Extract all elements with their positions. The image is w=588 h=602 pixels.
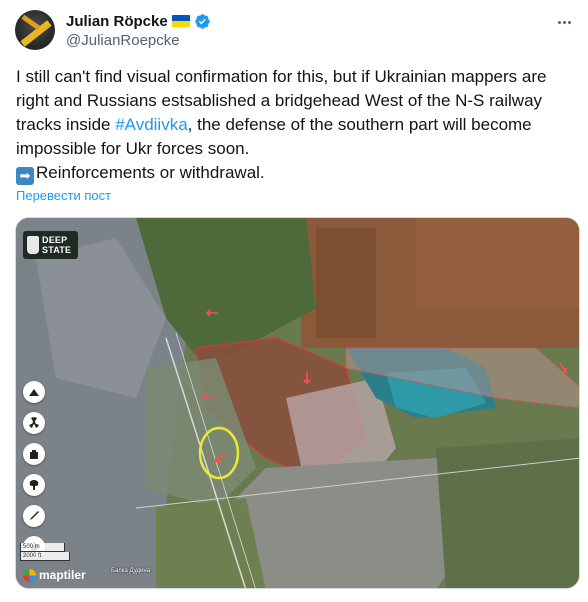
- ukraine-flag-icon: [171, 15, 190, 27]
- radiation-icon[interactable]: [23, 412, 45, 434]
- translate-post-link[interactable]: Перевести пост: [16, 188, 111, 203]
- attack-arrow-icon: [303, 372, 311, 385]
- attack-arrow-icon: [205, 309, 218, 317]
- map-tools: [23, 381, 45, 558]
- avatar[interactable]: [15, 10, 55, 50]
- attack-arrow-icon: [559, 362, 567, 373]
- verified-badge-icon: [194, 13, 210, 29]
- author-name-row[interactable]: Julian Röpcke: [66, 12, 211, 30]
- logo-line1: DEEP: [42, 235, 68, 245]
- maptiler-attribution[interactable]: maptiler: [23, 568, 86, 582]
- chess-knight-icon: [27, 236, 39, 254]
- scale-metric: 500 m: [20, 543, 65, 552]
- place-label: Балка Дудина: [111, 568, 151, 574]
- author-handle[interactable]: @JulianRoepcke: [66, 32, 180, 49]
- right-arrow-icon: ➡: [16, 167, 34, 185]
- attack-arrow-icon: [215, 452, 226, 463]
- landmark-icon[interactable]: [23, 381, 45, 403]
- map-image[interactable]: DEEP STATE 500 m 2000 ft maptiler Балка …: [15, 217, 580, 589]
- tweet-text: I still can't find visual confirmation f…: [16, 65, 576, 185]
- satellite-map: [16, 218, 579, 588]
- fortress-icon[interactable]: [23, 443, 45, 465]
- maptiler-label: maptiler: [39, 568, 86, 582]
- tweet-text-line2: Reinforcements or withdrawal.: [36, 163, 265, 182]
- more-options-icon[interactable]: [554, 12, 574, 32]
- scale-imperial: 2000 ft: [20, 552, 70, 561]
- logo-line2: STATE: [42, 245, 72, 255]
- hashtag-link[interactable]: #Avdiivka: [115, 115, 187, 134]
- map-scale: 500 m 2000 ft: [20, 543, 70, 561]
- attack-arrow-icon: [201, 392, 214, 400]
- missile-icon[interactable]: [23, 505, 45, 527]
- maptiler-logo-icon: [23, 568, 36, 582]
- deepstate-logo: DEEP STATE: [23, 231, 78, 259]
- explosion-icon[interactable]: [23, 474, 45, 496]
- author-display-name[interactable]: Julian Röpcke: [66, 13, 168, 30]
